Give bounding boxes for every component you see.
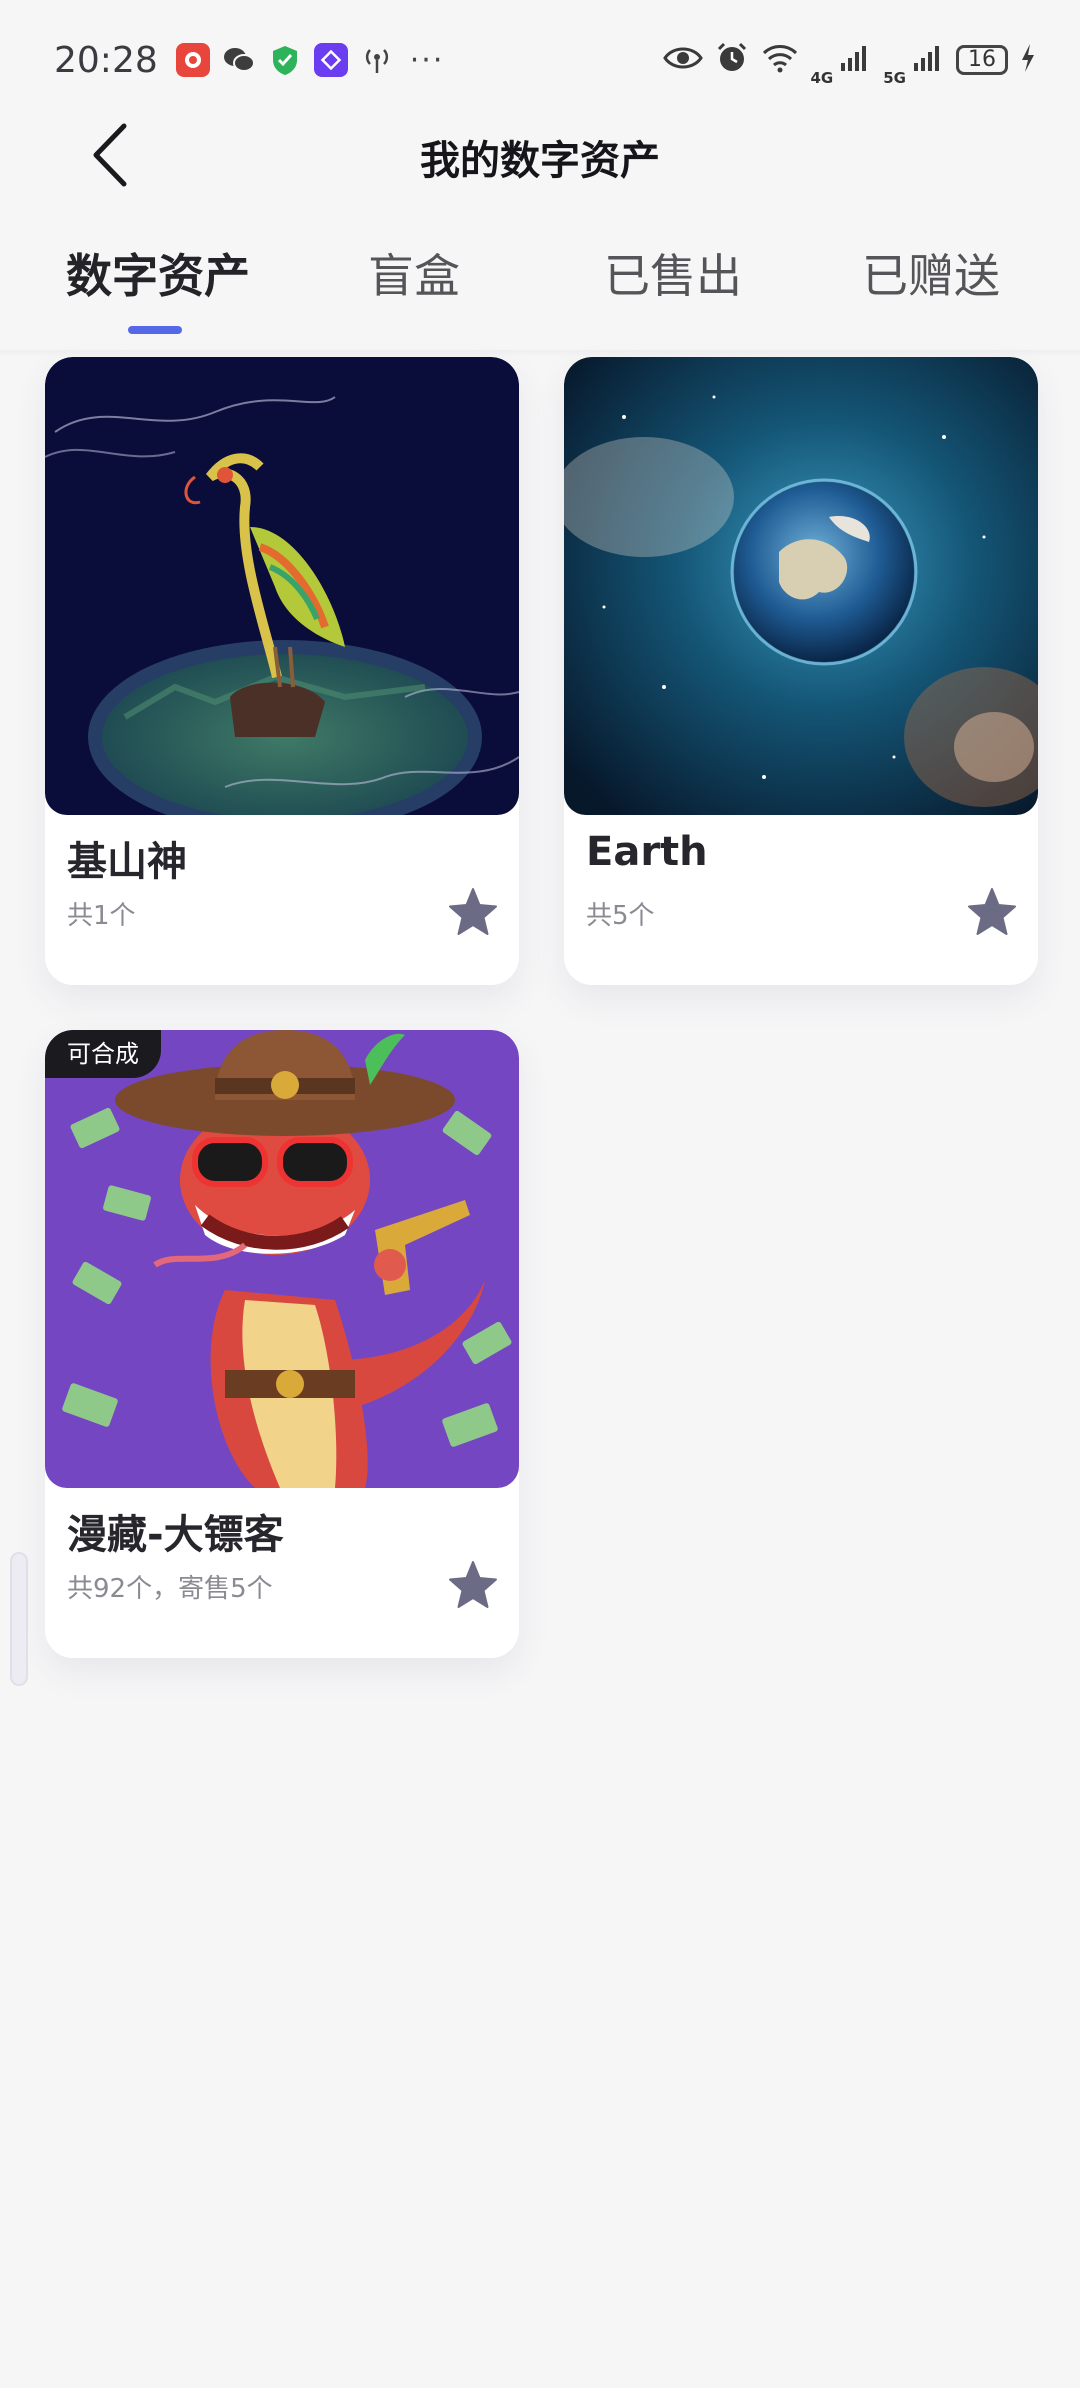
shield-check-icon: [268, 43, 302, 77]
more-notifications-icon: ···: [409, 42, 445, 78]
alarm-icon: [715, 41, 749, 79]
purple-app-icon: [313, 43, 348, 77]
cowboy-snake-artwork: [45, 1030, 519, 1488]
charging-icon: [1020, 43, 1036, 77]
active-tab-indicator: [128, 326, 182, 334]
status-bar-left: 20:28 ···: [54, 40, 444, 81]
asset-count: 共5个: [586, 901, 655, 931]
favorite-star-icon[interactable]: [964, 885, 1020, 941]
tab-gifted[interactable]: 已赠送: [862, 240, 1000, 306]
status-time: 20:28: [54, 39, 158, 81]
hotspot-icon: [360, 43, 394, 77]
red-app-icon: [175, 43, 210, 77]
tab-blind-box[interactable]: 盲盒: [368, 240, 460, 306]
asset-card[interactable]: 基山神 共1个: [45, 357, 519, 985]
earth-in-space-artwork: [564, 357, 1038, 815]
tab-bar: 数字资产 盲盒 已售出 已赠送: [0, 240, 1080, 340]
network-type-1: 4G: [810, 69, 834, 87]
page-title: 我的数字资产: [420, 138, 660, 184]
battery-indicator: 16: [956, 45, 1008, 75]
signal-icon-2: [912, 43, 944, 77]
tab-digital-assets[interactable]: 数字资产: [66, 240, 250, 306]
tab-sold[interactable]: 已售出: [604, 240, 742, 306]
favorite-star-icon[interactable]: [445, 885, 501, 941]
asset-count: 共1个: [67, 901, 136, 931]
wechat-icon: [222, 43, 256, 77]
eye-icon: [662, 44, 703, 76]
asset-title: 基山神: [67, 839, 187, 885]
asset-count: 共92个，寄售5个: [67, 1574, 273, 1604]
status-bar-right: 4G 5G 16: [662, 33, 1037, 87]
status-bar: 20:28 ··· 4G 5G 16: [0, 0, 1080, 120]
nav-bar: 我的数字资产: [0, 120, 1080, 190]
dragon-phoenix-artwork: [45, 357, 519, 815]
composable-badge: 可合成: [45, 1030, 161, 1078]
asset-card[interactable]: 可合成 漫藏-大镖客 共92个，寄售5个: [45, 1030, 519, 1658]
edge-scroll-handle[interactable]: [10, 1552, 28, 1686]
network-type-2: 5G: [883, 69, 906, 87]
asset-title: Earth: [586, 829, 708, 875]
asset-title: 漫藏-大镖客: [67, 1512, 284, 1558]
signal-icon-1: [839, 43, 871, 77]
wifi-icon: [761, 43, 799, 77]
favorite-star-icon[interactable]: [445, 1558, 501, 1614]
asset-card[interactable]: Earth 共5个: [564, 357, 1038, 985]
